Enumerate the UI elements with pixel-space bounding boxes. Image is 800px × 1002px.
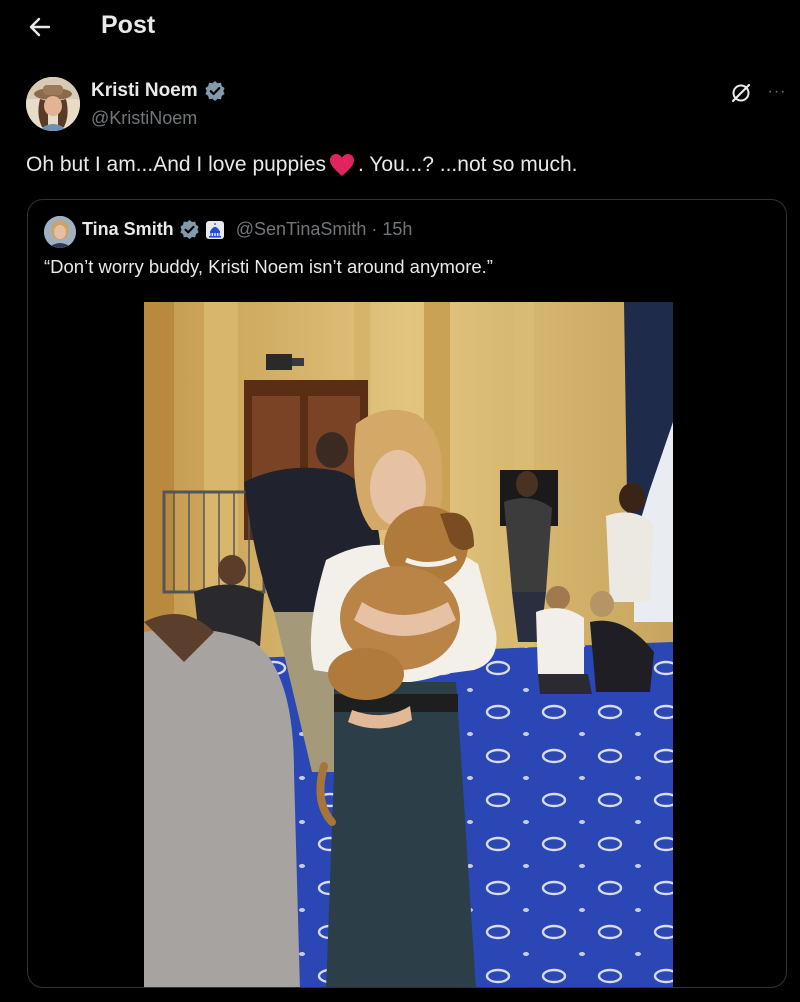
quote-author-name[interactable]: Tina Smith xyxy=(82,219,174,240)
grok-icon xyxy=(731,83,751,103)
top-bar: Post xyxy=(0,0,800,54)
back-button[interactable] xyxy=(22,12,58,42)
red-heart-icon xyxy=(328,152,356,178)
quote-photo[interactable] xyxy=(144,302,673,987)
quote-header: Tina Smith @SenTinaSmith · 15h xyxy=(82,219,412,240)
arrow-left-icon xyxy=(29,17,51,37)
quote-timestamp[interactable]: 15h xyxy=(382,219,412,240)
post-text-part-2: . You...? ...not so much. xyxy=(358,153,578,176)
verified-badge-icon xyxy=(180,219,199,240)
government-capitol-icon xyxy=(205,220,224,239)
quoted-post-card[interactable]: Tina Smith @SenTinaSmith · 15h “Don’t wo… xyxy=(27,199,787,988)
author-name[interactable]: Kristi Noem xyxy=(91,80,198,102)
quote-author-handle[interactable]: @SenTinaSmith xyxy=(236,219,367,240)
photo-scene xyxy=(144,302,673,987)
page-title: Post xyxy=(101,11,156,39)
post-text-part-1: Oh but I am...And I love puppies xyxy=(26,153,327,176)
grok-button[interactable] xyxy=(728,80,754,106)
separator-dot: · xyxy=(371,219,378,239)
author-name-row: Kristi Noem xyxy=(91,80,226,102)
author-avatar[interactable] xyxy=(26,77,80,131)
quote-author-avatar[interactable] xyxy=(44,216,76,248)
post-text: Oh but I am...And I love puppies . You..… xyxy=(26,152,578,178)
author-handle[interactable]: @KristiNoem xyxy=(91,108,197,129)
more-options-button[interactable]: ··· xyxy=(763,80,791,104)
verified-badge-icon xyxy=(205,81,225,101)
quote-text: “Don’t worry buddy, Kristi Noem isn’t ar… xyxy=(44,256,493,277)
